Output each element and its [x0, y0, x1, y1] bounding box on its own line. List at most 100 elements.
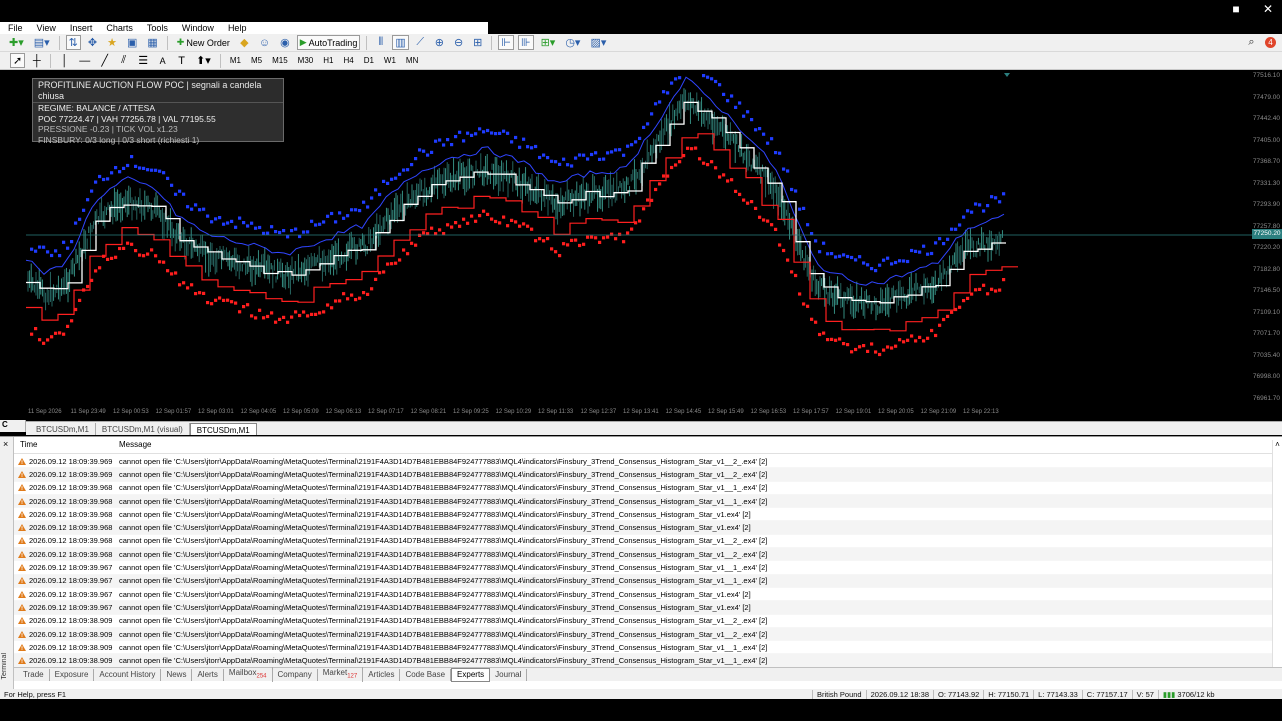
vertical-line-icon[interactable]: │	[57, 53, 72, 68]
red-dot	[602, 236, 606, 240]
log-row[interactable]: 2026.09.12 18:09:39.969 cannot open file …	[14, 455, 1272, 469]
timeframe-m30[interactable]: M30	[295, 56, 317, 65]
strategy-tester-icon[interactable]: ▦	[144, 35, 160, 50]
terminal-tab-articles[interactable]: Articles	[363, 668, 401, 681]
new-order-button[interactable]: ✚ New Order	[174, 35, 233, 50]
scroll-up-icon[interactable]: ˄	[1275, 440, 1280, 449]
blue-dot	[38, 245, 42, 249]
signals-icon[interactable]: ☺	[256, 35, 273, 50]
terminal-tab-mailbox[interactable]: Mailbox254	[224, 666, 273, 683]
terminal-tab-alerts[interactable]: Alerts	[192, 668, 224, 681]
terminal-tab-company[interactable]: Company	[273, 668, 318, 681]
blue-dot	[358, 209, 362, 213]
bar-chart-icon[interactable]: ⫴	[373, 35, 388, 50]
horizontal-line-icon[interactable]: —	[76, 53, 93, 68]
log-row[interactable]: 2026.09.12 18:09:39.967 cannot open file …	[14, 601, 1272, 615]
menu-window[interactable]: Window	[182, 22, 214, 34]
timeframe-h4[interactable]: H4	[340, 56, 356, 65]
chart-tab-3[interactable]: BTCUSDm,M1	[189, 423, 257, 435]
new-chart-icon[interactable]: ✚▾	[6, 35, 27, 50]
terminal-close-icon[interactable]: ×	[3, 439, 8, 449]
log-row[interactable]: 2026.09.12 18:09:38.909 cannot open file …	[14, 654, 1272, 668]
label-icon[interactable]: T	[174, 53, 189, 68]
navigator-icon[interactable]: ★	[104, 35, 120, 50]
timeframe-m1[interactable]: M1	[227, 56, 244, 65]
terminal-scrollbar[interactable]: ˄	[1272, 440, 1282, 670]
column-time-header[interactable]: Time	[14, 440, 119, 453]
line-chart-icon[interactable]: ⟋	[413, 35, 428, 50]
alerts-badge[interactable]: 4	[1265, 37, 1276, 48]
terminal-tab-journal[interactable]: Journal	[490, 668, 528, 681]
menu-charts[interactable]: Charts	[106, 22, 133, 34]
metaeditor-icon[interactable]: ◆	[237, 35, 252, 50]
trendline-icon[interactable]: ╱	[97, 53, 112, 68]
timeframe-mn[interactable]: MN	[403, 56, 421, 65]
candlestick-icon[interactable]: ▥	[392, 35, 409, 50]
blue-dot	[110, 171, 114, 175]
terminal-tab-news[interactable]: News	[161, 668, 193, 681]
templates-icon[interactable]: ▨▾	[587, 35, 609, 50]
chart-shift-icon[interactable]: ⊩	[498, 35, 514, 50]
chart-tab-1[interactable]: BTCUSDm,M1	[30, 423, 96, 435]
blue-dot	[850, 255, 854, 260]
log-row[interactable]: 2026.09.12 18:09:39.967 cannot open file …	[14, 561, 1272, 575]
menu-insert[interactable]: Insert	[70, 22, 93, 34]
log-row[interactable]: 2026.09.12 18:09:39.968 cannot open file …	[14, 482, 1272, 495]
arrows-icon[interactable]: ⬆▾	[193, 53, 214, 68]
log-row[interactable]: 2026.09.12 18:09:39.968 cannot open file …	[14, 521, 1272, 535]
profiles-icon[interactable]: ▤▾	[31, 35, 53, 50]
minimize-icon[interactable]: ■	[1226, 2, 1246, 16]
menu-view[interactable]: View	[37, 22, 56, 34]
zoom-in-icon[interactable]: ⊕	[432, 35, 447, 50]
terminal-tab-experts[interactable]: Experts	[451, 667, 491, 682]
text-icon[interactable]: A	[155, 53, 170, 68]
timeframe-w1[interactable]: W1	[381, 56, 399, 65]
terminal-icon[interactable]: ▣	[124, 35, 140, 50]
log-row[interactable]: 2026.09.12 18:09:39.967 cannot open file …	[14, 588, 1272, 602]
log-row[interactable]: 2026.09.12 18:09:39.968 cannot open file …	[14, 508, 1272, 522]
menu-file[interactable]: File	[8, 22, 23, 34]
autotrading-button[interactable]: ▶ AutoTrading	[296, 35, 361, 50]
data-window-icon[interactable]: ✥	[85, 35, 100, 50]
blue-dot	[238, 216, 242, 220]
autoscroll-icon[interactable]: ⊪	[517, 35, 534, 50]
red-dot	[658, 182, 662, 186]
market-icon[interactable]: ◉	[277, 35, 293, 50]
fibonacci-icon[interactable]: ☰	[135, 53, 151, 68]
timeframe-h1[interactable]: H1	[320, 56, 336, 65]
time-tick: 12 Sep 09:25	[453, 409, 489, 415]
chart-tab-2[interactable]: BTCUSDm,M1 (visual)	[96, 423, 190, 435]
zoom-out-icon[interactable]: ⊖	[451, 35, 466, 50]
blue-dot	[346, 214, 350, 218]
search-icon[interactable]: ⌕	[1244, 35, 1259, 50]
log-row[interactable]: 2026.09.12 18:09:38.909 cannot open file …	[14, 627, 1272, 642]
terminal-tab-trade[interactable]: Trade	[18, 668, 50, 681]
close-icon[interactable]: ✕	[1258, 2, 1278, 16]
menu-help[interactable]: Help	[228, 22, 247, 34]
log-row[interactable]: 2026.09.12 18:09:38.909 cannot open file …	[14, 641, 1272, 655]
log-row[interactable]: 2026.09.12 18:09:39.968 cannot open file …	[14, 548, 1272, 562]
terminal-tab-exposure[interactable]: Exposure	[50, 668, 95, 681]
log-row[interactable]: 2026.09.12 18:09:39.969 cannot open file …	[14, 468, 1272, 482]
indicators-icon[interactable]: ⊞▾	[538, 35, 559, 50]
market-watch-icon[interactable]: ⇅	[65, 35, 81, 50]
cursor-icon[interactable]: ➚	[10, 53, 26, 68]
menu-tools[interactable]: Tools	[147, 22, 168, 34]
terminal-tab-market[interactable]: Market127	[318, 666, 364, 683]
terminal-tab-account-history[interactable]: Account History	[94, 668, 162, 681]
timeframe-m15[interactable]: M15	[269, 56, 291, 65]
red-dot	[394, 261, 398, 265]
column-message-header[interactable]: Message	[119, 440, 1272, 453]
channel-icon[interactable]: ⫽	[116, 53, 131, 68]
periods-icon[interactable]: ◷▾	[562, 35, 583, 50]
log-row[interactable]: 2026.09.12 18:09:39.968 cannot open file …	[14, 494, 1272, 509]
timeframe-m5[interactable]: M5	[248, 56, 265, 65]
log-row[interactable]: 2026.09.12 18:09:38.909 cannot open file …	[14, 615, 1272, 628]
tile-windows-icon[interactable]: ⊞	[470, 35, 485, 50]
timeframe-d1[interactable]: D1	[361, 56, 377, 65]
status-profile: British Pound	[812, 689, 866, 699]
log-row[interactable]: 2026.09.12 18:09:39.968 cannot open file …	[14, 535, 1272, 549]
terminal-tab-code-base[interactable]: Code Base	[400, 668, 452, 681]
log-row[interactable]: 2026.09.12 18:09:39.967 cannot open file …	[14, 574, 1272, 588]
crosshair-icon[interactable]: ┼	[29, 53, 44, 68]
